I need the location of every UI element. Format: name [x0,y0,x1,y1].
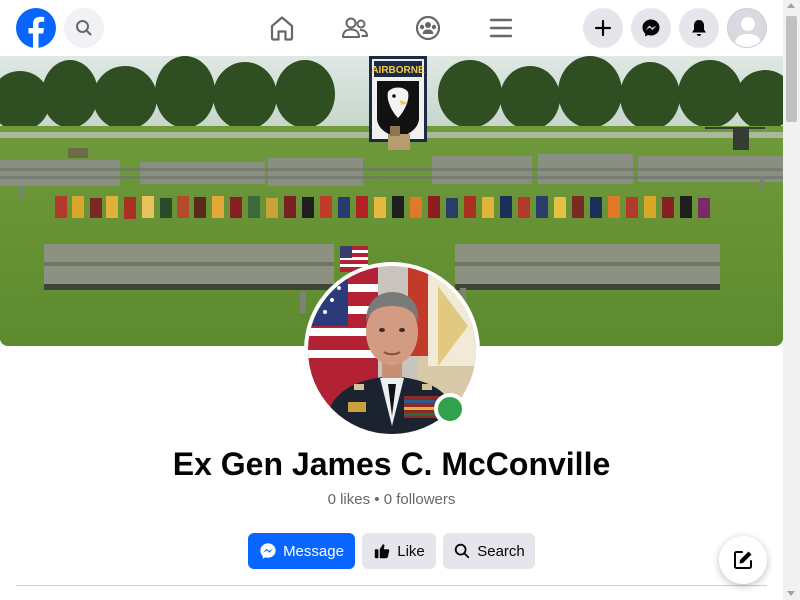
like-button[interactable]: Like [362,533,436,569]
section-divider [16,585,767,586]
scroll-up-arrow-icon[interactable] [787,3,795,8]
page-title: Ex Gen James C. McConville [172,446,611,482]
account-avatar[interactable] [727,8,767,48]
avatar-icon [728,9,766,47]
new-message-button[interactable] [719,536,767,584]
compose-edit-icon [734,551,752,569]
search-button-label: Search [477,542,525,560]
top-navigation-bar [0,0,783,56]
messenger-button[interactable] [631,8,671,48]
messenger-icon [642,19,660,37]
friends-icon[interactable] [339,12,371,44]
search-icon [76,20,92,36]
facebook-logo-icon[interactable] [16,8,56,48]
search-page-button[interactable]: Search [443,533,535,569]
cover-banner-text: AIRBORNE [371,65,425,76]
vertical-scrollbar[interactable] [783,0,800,600]
home-icon[interactable] [266,12,298,44]
messenger-icon [260,543,276,559]
page-stats: 0 likes • 0 followers [327,491,456,508]
thumbs-up-icon [375,544,390,559]
hamburger-menu-icon[interactable] [485,12,517,44]
like-button-label: Like [397,542,425,560]
create-button[interactable] [583,8,623,48]
search-icon [455,543,470,559]
bell-icon [692,20,706,36]
message-button-label: Message [283,542,344,560]
search-button[interactable] [64,8,104,48]
notifications-button[interactable] [679,8,719,48]
scrollbar-thumb[interactable] [786,16,797,122]
scroll-down-arrow-icon[interactable] [787,591,795,596]
message-button[interactable]: Message [248,533,355,569]
plus-icon [594,19,612,37]
groups-icon[interactable] [412,12,444,44]
online-status-indicator [434,393,466,425]
